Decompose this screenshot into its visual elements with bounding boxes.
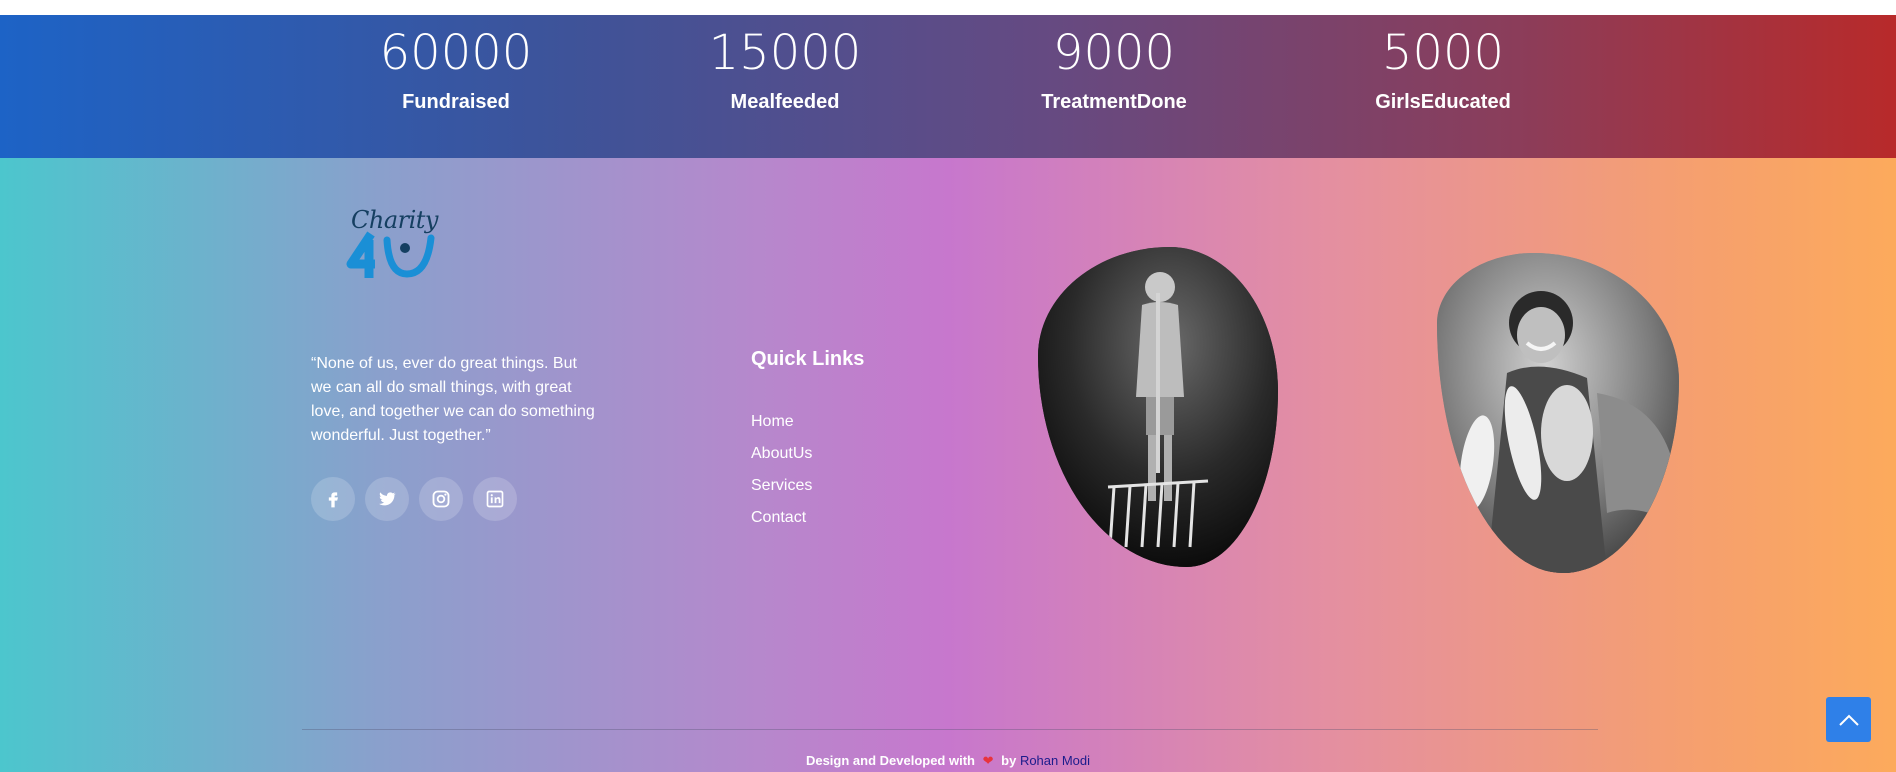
top-edge — [0, 0, 1896, 16]
quick-link-contact[interactable]: Contact — [751, 506, 812, 538]
credit-prefix: Design and Developed with — [805, 753, 975, 768]
stat-value: 15000 — [708, 25, 862, 81]
charity-logo[interactable]: Charity — [345, 200, 438, 284]
stat-value: 5000 — [1381, 25, 1505, 81]
stat-label: Fundraised — [402, 91, 510, 113]
heart-icon: ❤ — [982, 753, 994, 768]
credit-by: by — [1001, 753, 1017, 768]
footer-divider — [302, 729, 1598, 730]
stat-fundraised: 60000 Fundraised — [326, 15, 586, 114]
quick-link-home[interactable]: Home — [751, 410, 812, 442]
stat-mealfeeded: 15000 Mealfeeded — [655, 15, 915, 114]
stat-value: 9000 — [1052, 25, 1176, 81]
social-links — [311, 477, 517, 521]
instagram-link[interactable] — [419, 477, 463, 521]
linkedin-link[interactable] — [473, 477, 517, 521]
twitter-icon — [379, 492, 397, 506]
stat-label: TreatmentDone — [1041, 91, 1187, 113]
instagram-icon — [432, 490, 450, 508]
stats-band: 60000 Fundraised 15000 Mealfeeded 9000 T… — [0, 15, 1896, 158]
chevron-up-icon — [1838, 714, 1859, 726]
facebook-link[interactable] — [311, 477, 355, 521]
stat-label: Mealfeeded — [730, 91, 840, 113]
scroll-to-top-button[interactable] — [1826, 697, 1871, 742]
stat-label: GirlsEducated — [1375, 91, 1511, 113]
footer-credit: Design and Developed with ❤ by Rohan Mod… — [0, 753, 1896, 769]
stat-treatment-done: 9000 TreatmentDone — [984, 15, 1244, 114]
linkedin-icon — [486, 490, 504, 508]
logo-mark-icon — [346, 231, 435, 278]
author-link[interactable]: Rohan Modi — [1020, 753, 1090, 768]
quick-links-list: Home AboutUs Services Contact — [751, 410, 812, 538]
stat-value: 60000 — [379, 25, 533, 81]
stat-girls-educated: 5000 GirlsEducated — [1313, 15, 1573, 114]
twitter-link[interactable] — [365, 477, 409, 521]
quick-link-services[interactable]: Services — [751, 474, 812, 506]
facebook-icon — [328, 492, 338, 508]
footer-quote: “None of us, ever do great things. But w… — [311, 355, 595, 444]
quick-links-title: Quick Links — [751, 348, 865, 370]
quick-link-about-us[interactable]: AboutUs — [751, 442, 812, 474]
